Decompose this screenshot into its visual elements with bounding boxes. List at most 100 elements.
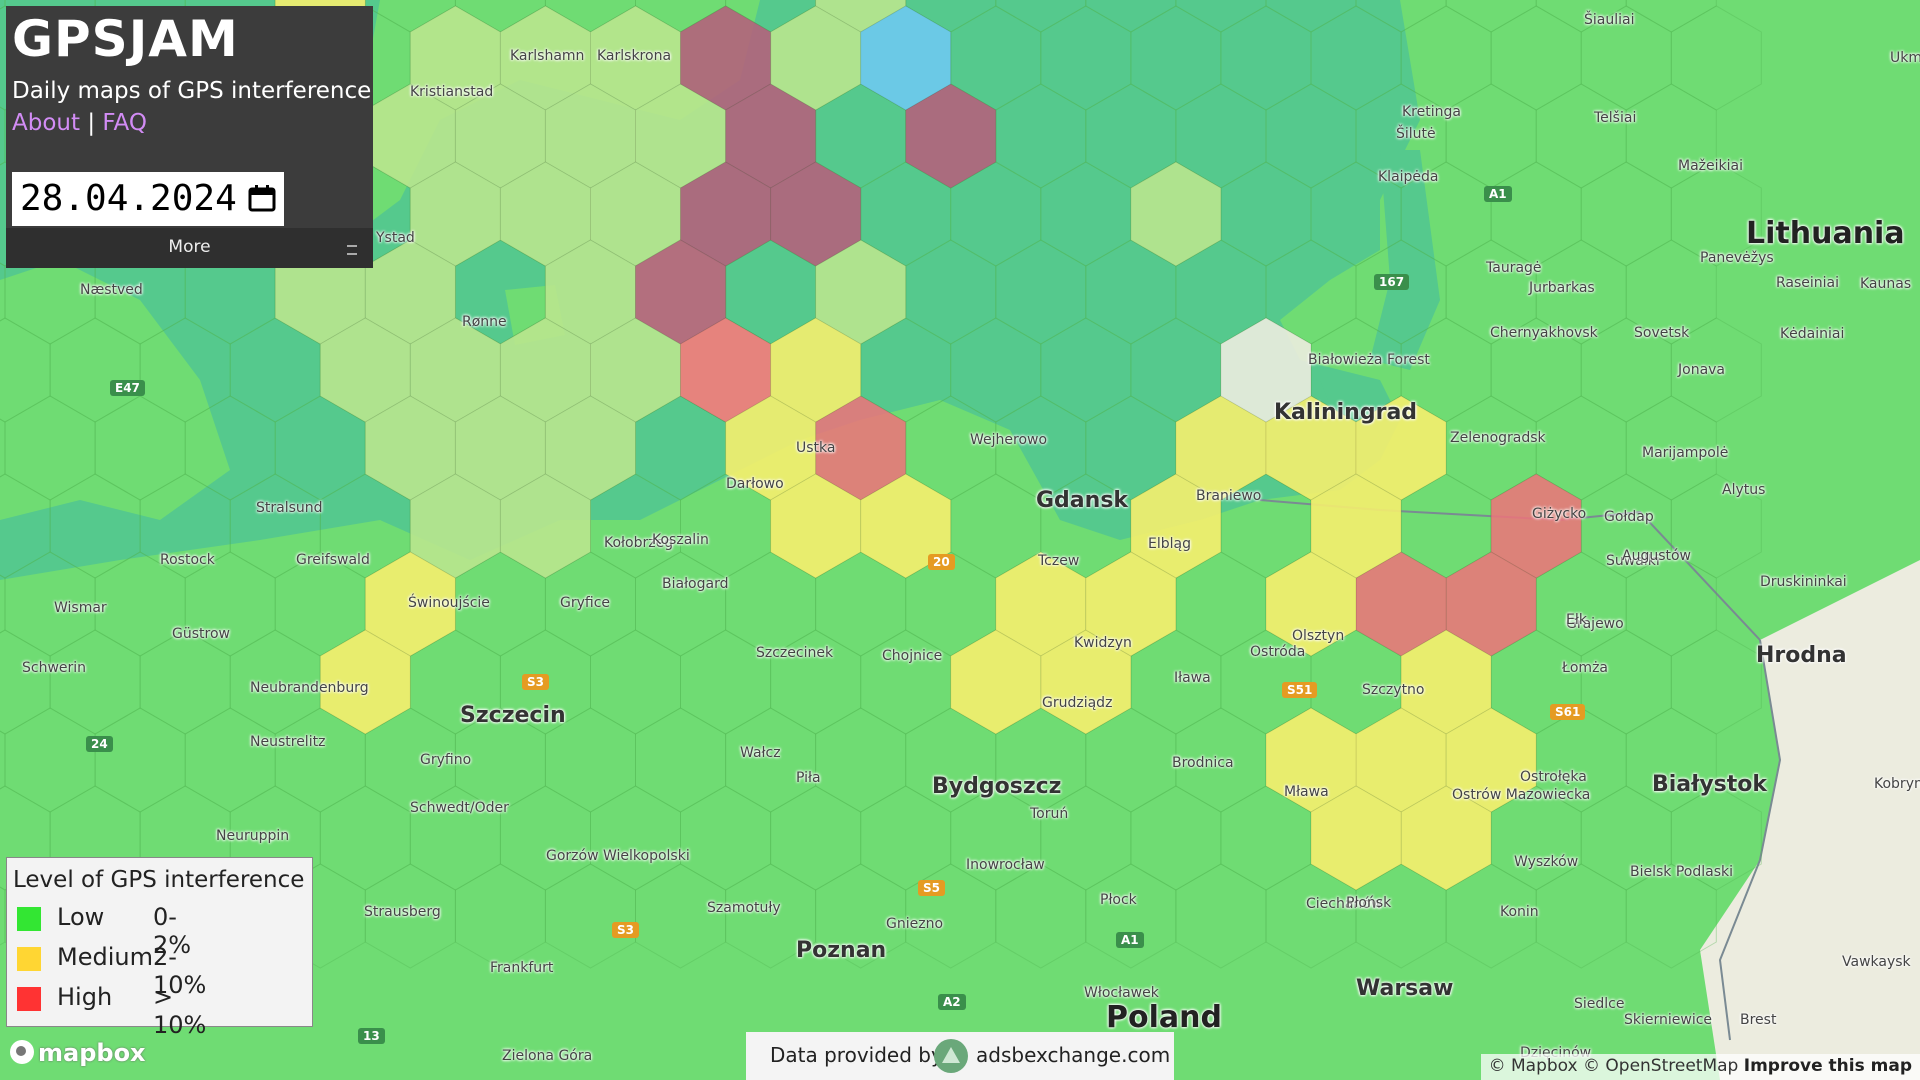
city-label: Bielsk Podlaski: [1630, 864, 1734, 880]
more-button[interactable]: More: [6, 228, 373, 268]
city-label: Gorzów Wielkopolski: [546, 848, 690, 864]
city-label: Karlskrona: [597, 48, 672, 64]
mapbox-attrib-link[interactable]: © Mapbox: [1489, 1056, 1578, 1076]
city-label: Zielona Góra: [502, 1048, 593, 1064]
city-label: Chernyakhovsk: [1490, 325, 1598, 341]
city-label: Jurbarkas: [1529, 280, 1595, 296]
city-label: Ustka: [796, 440, 836, 456]
city-label: Białowieża Forest: [1308, 352, 1430, 368]
city-label: Toruń: [1030, 806, 1069, 822]
city-label: Neustrelitz: [250, 734, 326, 750]
city-label: Szczytno: [1362, 682, 1425, 698]
link-separator: |: [87, 110, 96, 136]
city-label: Frankfurt: [490, 960, 554, 976]
city-label: Olsztyn: [1292, 628, 1345, 644]
date-value: 28.04.2024: [20, 178, 237, 219]
city-label: Alytus: [1722, 482, 1766, 498]
menu-icon: [347, 245, 357, 255]
city-label: Tauragė: [1486, 260, 1542, 276]
road-shield: A2: [938, 994, 966, 1010]
osm-attrib-link[interactable]: © OpenStreetMap: [1583, 1056, 1738, 1076]
legend-name: Medium: [57, 943, 153, 971]
city-label: Klaipėda: [1378, 169, 1439, 185]
city-label: Brest: [1740, 1012, 1777, 1028]
city-label: Jonava: [1678, 362, 1726, 378]
city-label: Gryfice: [560, 595, 611, 611]
city-label: Kretinga: [1402, 104, 1461, 120]
city-label: Gniezno: [886, 916, 944, 932]
legend-range: > 10%: [153, 983, 207, 1039]
city-label: Braniewo: [1196, 488, 1262, 504]
road-shield: A1: [1116, 932, 1144, 948]
city-label: Włocławek: [1084, 985, 1159, 1001]
data-provided-label: Data provided by: [770, 1043, 943, 1067]
road-shield: S3: [612, 922, 639, 938]
city-label: Schwerin: [22, 660, 87, 676]
city-warsaw: Warsaw: [1356, 976, 1454, 1001]
city-label: Skierniewice: [1624, 1012, 1713, 1028]
city-label: Telšiai: [1594, 110, 1637, 126]
city-label: Šilutė: [1396, 126, 1436, 142]
city-label: Ostrołęka: [1520, 769, 1587, 785]
city-label: Wyszków: [1514, 854, 1579, 870]
date-input[interactable]: 28.04.2024: [12, 172, 284, 226]
city-label: Wismar: [54, 600, 107, 616]
city-label: Chojnice: [882, 648, 943, 664]
city-label: Kobryn: [1874, 776, 1920, 792]
legend-name: High: [57, 983, 113, 1011]
calendar-icon[interactable]: [248, 184, 276, 212]
city-label: Rønne: [462, 314, 507, 330]
city-label: Zelenogradsk: [1450, 430, 1546, 446]
adsbexchange-logo-icon: [934, 1039, 968, 1073]
city-label: Szamotuły: [707, 900, 781, 916]
city-label: Mažeikiai: [1678, 158, 1743, 174]
city-label: Szczecinek: [756, 645, 834, 661]
city-label: Iława: [1174, 670, 1211, 686]
city-label: Ełk: [1566, 612, 1587, 628]
city-label: Gołdap: [1604, 509, 1654, 525]
city-label: Świnoujście: [408, 595, 490, 611]
city-label: Neuruppin: [216, 828, 290, 844]
city-bialystok: Białystok: [1652, 772, 1768, 797]
city-label: Marijampolė: [1642, 445, 1729, 461]
app-title: GPSJAM: [12, 10, 239, 68]
city-label: Ukmergė: [1890, 50, 1920, 66]
city-label: Kėdainiai: [1780, 326, 1845, 342]
city-label: Brodnica: [1172, 755, 1234, 771]
adsbexchange-link[interactable]: adsbexchange.com: [976, 1043, 1170, 1067]
about-link[interactable]: About: [12, 110, 80, 136]
city-label: Konin: [1500, 904, 1539, 920]
faq-link[interactable]: FAQ: [102, 110, 147, 136]
city-label: Vawkaysk: [1842, 954, 1911, 970]
city-gdansk: Gdansk: [1036, 488, 1129, 513]
city-label: Rostock: [160, 552, 215, 568]
road-shield: 13: [358, 1028, 385, 1044]
country-poland: Poland: [1106, 1000, 1222, 1035]
city-label: Inowrocław: [966, 857, 1045, 873]
city-hrodna: Hrodna: [1756, 643, 1847, 668]
city-label: Ostróda: [1250, 644, 1306, 660]
city-kaliningrad: Kaliningrad: [1274, 400, 1418, 425]
city-label: Druskininkai: [1760, 574, 1847, 590]
city-label: Schwedt/Oder: [410, 800, 509, 816]
city-label: Płońsk: [1346, 895, 1392, 911]
city-label: Grudziądz: [1042, 695, 1113, 711]
city-label: Wejherowo: [970, 432, 1048, 448]
city-poznan: Poznan: [796, 938, 887, 963]
legend-swatch-medium: [17, 947, 41, 971]
city-label: Mława: [1284, 784, 1329, 800]
nav-links: About | FAQ: [12, 110, 147, 136]
road-shield: 20: [928, 554, 955, 570]
city-label: Šiauliai: [1584, 12, 1635, 28]
city-label: Kaunas: [1860, 276, 1912, 292]
mapbox-logo[interactable]: mapbox: [10, 1039, 146, 1067]
city-label: Białogard: [662, 576, 729, 592]
city-szczecin: Szczecin: [460, 703, 566, 728]
improve-map-link[interactable]: Improve this map: [1744, 1056, 1912, 1076]
city-label: Wałcz: [740, 745, 781, 761]
data-credit: Data provided by adsbexchange.com: [746, 1032, 1174, 1080]
road-shield: E47: [110, 380, 145, 396]
mapbox-logo-icon: [10, 1040, 34, 1064]
city-label: Darłowo: [726, 476, 784, 492]
legend-name: Low: [57, 903, 105, 931]
